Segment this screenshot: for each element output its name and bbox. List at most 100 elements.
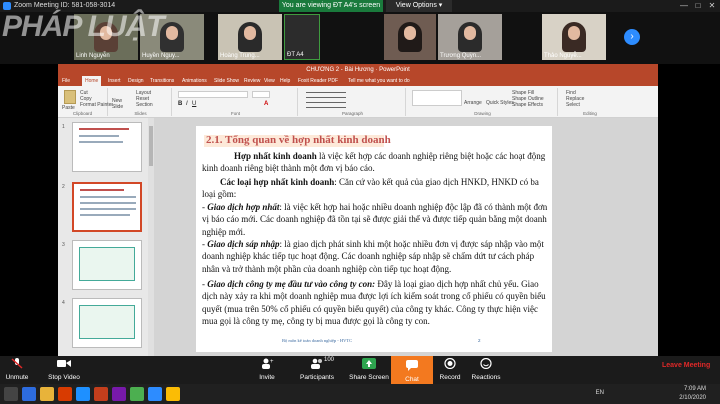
paragraph-types: Các loại hợp nhất kinh doanh: Căn cứ vào…	[202, 176, 548, 201]
tab-animations[interactable]: Animations	[182, 76, 207, 86]
participants-count: 100	[324, 357, 335, 363]
unmute-button[interactable]: Unmute	[2, 358, 32, 381]
task-view-icon[interactable]	[22, 387, 36, 401]
tab-review[interactable]: Review	[244, 76, 260, 86]
bullets-icon[interactable]	[306, 92, 346, 98]
clock-date[interactable]: 2/10/2020	[660, 393, 706, 403]
share-screen-button[interactable]: Share Screen	[349, 356, 389, 384]
font-name-select[interactable]	[178, 91, 248, 98]
close-icon[interactable]: ✕	[706, 0, 718, 12]
align-icon[interactable]	[306, 102, 346, 108]
participant-tile[interactable]: Thảo Nguyễ...	[542, 14, 606, 60]
face	[464, 26, 476, 40]
invite-label: Invite	[259, 374, 275, 381]
section-button[interactable]: Section	[136, 102, 153, 108]
editing-group: Find Replace Select Editing	[560, 88, 620, 116]
font-color-icon[interactable]: A	[264, 101, 268, 107]
maximize-icon[interactable]: □	[692, 0, 704, 12]
participant-name: Hoàng Trung...	[220, 53, 260, 59]
format-painter-button[interactable]: Format Painter	[80, 102, 113, 108]
thumb-number: 4	[62, 300, 65, 306]
bold-icon[interactable]: B	[178, 101, 182, 107]
tab-view[interactable]: View	[264, 76, 275, 86]
quick-styles-button[interactable]: Quick Styles	[486, 100, 514, 106]
minimize-icon[interactable]: —	[678, 0, 690, 12]
ribbon-tabs: File Home Insert Design Transitions Anim…	[58, 76, 658, 86]
participant-tile[interactable]: Trương Quỳn...	[438, 14, 502, 60]
paragraph-merger: - Giao dịch sáp nhập: là giao dịch phát …	[202, 238, 548, 275]
current-slide[interactable]: 2.1. Tổng quan về hợp nhất kinh doanh Hợ…	[196, 126, 552, 352]
paragraph-parent-subsidiary: - Giao dịch công ty mẹ đầu tư vào công t…	[202, 278, 548, 327]
file-explorer-icon[interactable]	[40, 387, 54, 401]
select-button[interactable]: Select	[566, 102, 580, 108]
slide-thumbnail[interactable]	[72, 298, 142, 348]
arrange-button[interactable]: Arrange	[464, 100, 482, 106]
tab-foxit[interactable]: Foxit Reader PDF	[298, 76, 338, 86]
underline-icon[interactable]: U	[192, 101, 196, 107]
scrollbar-thumb[interactable]	[149, 126, 153, 166]
media-player-icon[interactable]	[58, 387, 72, 401]
participant-tile[interactable]	[384, 14, 436, 60]
chrome-icon[interactable]	[166, 387, 180, 401]
face	[166, 26, 178, 40]
term: Hợp nhất kinh doanh	[234, 151, 317, 161]
stop-video-button[interactable]: Stop Video	[44, 358, 84, 381]
leave-meeting-button[interactable]: Leave Meeting	[662, 362, 710, 369]
smiley-icon	[480, 357, 492, 370]
group-label: Clipboard	[72, 111, 93, 116]
face	[244, 26, 256, 40]
powerpoint-icon[interactable]	[94, 387, 108, 401]
search-icon[interactable]	[4, 387, 18, 401]
thumb-line	[80, 208, 136, 210]
record-button[interactable]: Record	[436, 357, 464, 381]
slides-group: New Slide Layout Reset Section Slides	[110, 88, 172, 116]
shape-effects-button[interactable]: Shape Effects	[512, 102, 543, 108]
group-label: Editing	[583, 111, 597, 116]
new-slide-button[interactable]: New Slide	[112, 98, 132, 110]
paragraph-group: Paragraph	[300, 88, 406, 116]
slide-thumbnail-selected[interactable]	[72, 182, 142, 232]
italic-icon[interactable]: I	[186, 101, 188, 107]
tab-help[interactable]: Help	[280, 76, 290, 86]
participant-tile[interactable]: Hoàng Trung...	[218, 14, 282, 60]
tab-transitions[interactable]: Transitions	[150, 76, 174, 86]
thumb-line	[80, 214, 130, 216]
thumb-line	[79, 141, 123, 143]
chat-button-content[interactable]: Chat	[391, 358, 433, 383]
tab-design[interactable]: Design	[128, 76, 144, 86]
tell-me-search[interactable]: Tell me what you want to do	[348, 76, 410, 86]
language-indicator[interactable]: EN	[590, 388, 604, 398]
tab-slide-show[interactable]: Slide Show	[214, 76, 239, 86]
add-person-icon: +	[262, 358, 274, 369]
tab-insert[interactable]: Insert	[108, 76, 121, 86]
slide-thumbnail-panel: 1 2 3 4	[58, 118, 148, 356]
thumb-number: 1	[62, 124, 65, 130]
share-screen-label: Share Screen	[349, 374, 389, 381]
viewing-screen-banner: You are viewing ĐT A4's screen	[279, 0, 383, 12]
record-icon	[444, 357, 456, 370]
zoom-taskbar-icon[interactable]	[148, 387, 162, 401]
tab-file[interactable]: File	[62, 76, 70, 86]
paste-icon[interactable]	[64, 90, 76, 104]
chevron-right-icon[interactable]: ›	[624, 29, 640, 45]
term: Giao dịch sáp nhập	[207, 239, 280, 249]
thumb-line	[80, 189, 124, 191]
slide-thumbnail[interactable]	[72, 240, 142, 290]
slide-page-number: 2	[478, 338, 481, 343]
clipboard-group: Paste Cut Copy Format Painter Clipboard	[58, 88, 113, 116]
font-size-select[interactable]	[252, 91, 270, 98]
ribbon: Paste Cut Copy Format Painter Clipboard …	[58, 86, 658, 118]
invite-button[interactable]: + Invite	[252, 358, 282, 381]
shapes-gallery[interactable]	[412, 90, 462, 106]
slide-thumbnail[interactable]	[72, 122, 142, 172]
participants-label: Participants	[300, 374, 334, 381]
edge-icon[interactable]	[76, 387, 90, 401]
app-icon[interactable]	[112, 387, 126, 401]
reactions-button[interactable]: Reactions	[468, 357, 504, 381]
thumb-line	[80, 202, 136, 204]
reactions-label: Reactions	[471, 374, 501, 381]
app-icon[interactable]	[130, 387, 144, 401]
participant-tile[interactable]: ĐT A4	[284, 14, 320, 60]
tab-home[interactable]: Home	[82, 76, 102, 86]
view-options-button[interactable]: View Options ▾	[386, 0, 452, 12]
